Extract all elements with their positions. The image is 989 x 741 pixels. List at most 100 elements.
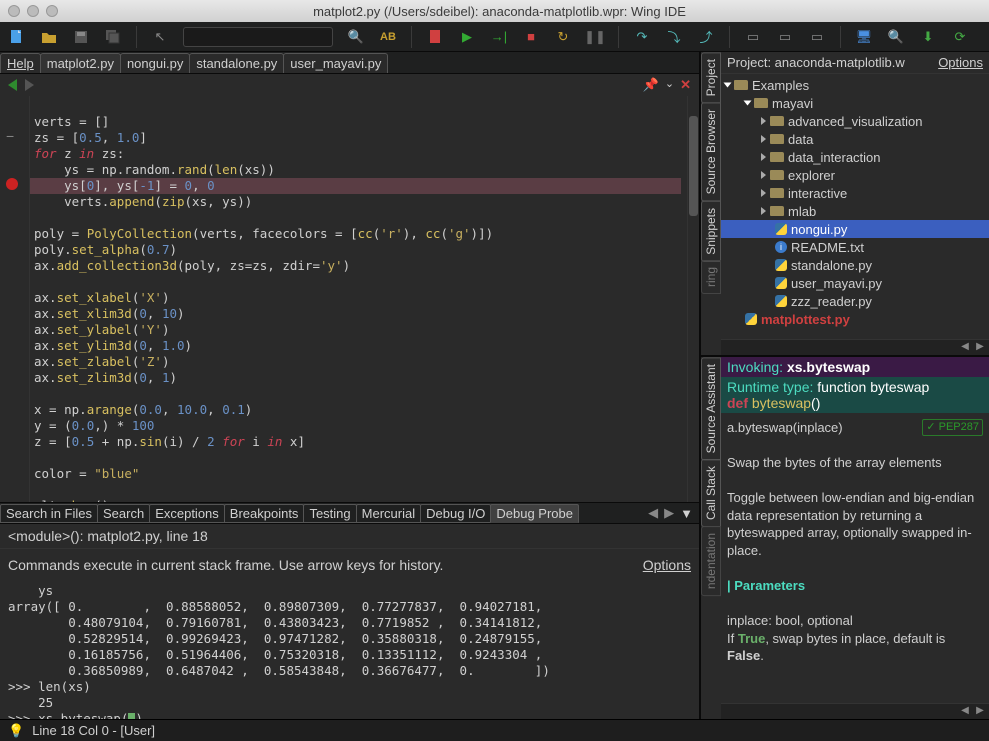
code-editor[interactable]: − verts = [] zs = [0.5, 1.0] for z in zs… (0, 96, 699, 502)
tree-item-readme[interactable]: iREADME.txt (721, 238, 989, 256)
scroll-right-icon[interactable]: ▶ (974, 705, 986, 717)
right-top-side-tabs: Project Source Browser Snippets ring (701, 52, 721, 355)
right-bottom-side-tabs: Source Assistant Call Stack ndentation (701, 357, 721, 719)
tree-item-explorer[interactable]: explorer (721, 166, 989, 184)
tabs-scroll-left-icon[interactable]: ◀ (648, 505, 658, 521)
python-file-icon (775, 277, 787, 289)
save-all-icon[interactable] (104, 28, 122, 46)
search-icon[interactable]: 🔍 (347, 28, 365, 46)
python-file-icon (745, 313, 757, 325)
pointer-icon[interactable]: ↖ (151, 28, 169, 46)
debug-probe-console[interactable]: ys array([ 0. , 0.88588052, 0.89807309, … (0, 581, 699, 719)
panel-icon-3[interactable]: ▭ (808, 28, 826, 46)
python-file-icon (775, 295, 787, 307)
tab-exceptions[interactable]: Exceptions (149, 504, 225, 523)
tab-mercurial[interactable]: Mercurial (356, 504, 421, 523)
vtab-ring[interactable]: ring (701, 260, 721, 294)
close-tab-icon[interactable]: ✕ (680, 77, 691, 93)
zoom-window-icon[interactable] (46, 5, 58, 17)
pause-icon[interactable]: ❚❚ (586, 28, 604, 46)
tree-item-zzz-reader[interactable]: zzz_reader.py (721, 292, 989, 310)
run-to-icon[interactable]: →| (490, 28, 508, 46)
tree-item-adv-vis[interactable]: advanced_visualization (721, 112, 989, 130)
breakpoint-toggle-icon[interactable] (426, 28, 444, 46)
tree-item-nongui[interactable]: nongui.py (721, 220, 989, 238)
fold-icon[interactable]: − (6, 129, 14, 143)
vtab-call-stack[interactable]: Call Stack (701, 459, 721, 527)
tree-item-interactive[interactable]: interactive (721, 184, 989, 202)
lightbulb-icon[interactable]: 💡 (8, 723, 24, 739)
console-options-link[interactable]: Options (643, 557, 691, 573)
tree-item-data-interaction[interactable]: data_interaction (721, 148, 989, 166)
sa-doc[interactable]: ✓ PEP287 a.byteswap(inplace) Swap the by… (721, 413, 989, 703)
nav-back-icon[interactable] (8, 79, 17, 91)
console-header: Commands execute in current stack frame.… (0, 549, 699, 581)
tree-item-standalone[interactable]: standalone.py (721, 256, 989, 274)
step-in-icon[interactable]: ⤵ (665, 28, 683, 46)
monitor-icon[interactable]: 🖥 (855, 28, 873, 46)
project-panel: Project: anaconda-matplotlib.w Options E… (721, 52, 989, 355)
scroll-right-icon[interactable]: ▶ (974, 341, 986, 353)
sa-scroll-controls: ◀ ▶ (721, 703, 989, 719)
download-icon[interactable]: ⬇ (919, 28, 937, 46)
minimize-window-icon[interactable] (27, 5, 39, 17)
new-file-icon[interactable] (8, 28, 26, 46)
tree-item-mlab[interactable]: mlab (721, 202, 989, 220)
step-over-icon[interactable]: ↷ (633, 28, 651, 46)
run-icon[interactable]: ▶ (458, 28, 476, 46)
tab-breakpoints[interactable]: Breakpoints (224, 504, 305, 523)
tab-search-files[interactable]: Search in Files (0, 504, 98, 523)
sa-param-inplace: inplace: bool, optional If True, swap by… (727, 612, 983, 665)
panel-icon-1[interactable]: ▭ (744, 28, 762, 46)
vtab-source-browser[interactable]: Source Browser (701, 102, 721, 201)
sync-icon[interactable]: ⟳ (951, 28, 969, 46)
sa-runtime-type: Runtime type: function byteswap def byte… (721, 377, 989, 413)
find-icon[interactable]: 🔍 (887, 28, 905, 46)
tab-matplot2[interactable]: matplot2.py (40, 53, 121, 73)
close-window-icon[interactable] (8, 5, 20, 17)
window-title: matplot2.py (/Users/sdeibel): anaconda-m… (68, 4, 931, 19)
vtab-source-assistant[interactable]: Source Assistant (701, 357, 721, 460)
vtab-project[interactable]: Project (701, 52, 721, 103)
pin-icon[interactable]: 📌 (643, 77, 659, 93)
editor-gutter[interactable]: − (0, 96, 30, 502)
tab-debug-io[interactable]: Debug I/O (420, 504, 491, 523)
panel-icon-2[interactable]: ▭ (776, 28, 794, 46)
tab-user-mayavi[interactable]: user_mayavi.py (283, 53, 388, 73)
tree-item-user-mayavi[interactable]: user_mayavi.py (721, 274, 989, 292)
stop-icon[interactable]: ■ (522, 28, 540, 46)
source-assistant-panel: Invoking: xs.byteswap Runtime type: func… (721, 357, 989, 719)
tree-item-mayavi[interactable]: mayavi (721, 94, 989, 112)
tree-item-matplottest[interactable]: matplottest.py (721, 310, 989, 328)
code-content[interactable]: verts = [] zs = [0.5, 1.0] for z in zs: … (30, 96, 687, 502)
scroll-left-icon[interactable]: ◀ (959, 341, 971, 353)
nav-forward-icon[interactable] (25, 79, 34, 91)
step-out-icon[interactable]: ⤴ (697, 28, 715, 46)
save-icon[interactable] (72, 28, 90, 46)
tabs-scroll-right-icon[interactable]: ▶ (664, 505, 674, 521)
tabs-menu-icon[interactable]: ▼ (680, 506, 693, 521)
scrollbar-thumb[interactable] (689, 116, 698, 216)
project-tree[interactable]: Examples mayavi advanced_visualization d… (721, 74, 989, 339)
code-line: zs = [ (34, 130, 79, 145)
tab-testing[interactable]: Testing (303, 504, 356, 523)
tab-search[interactable]: Search (97, 504, 150, 523)
tab-nongui[interactable]: nongui.py (120, 53, 190, 73)
tab-debug-probe[interactable]: Debug Probe (490, 504, 579, 523)
scroll-left-icon[interactable]: ◀ (959, 705, 971, 717)
tree-item-examples[interactable]: Examples (721, 76, 989, 94)
tree-item-data[interactable]: data (721, 130, 989, 148)
breakpoint-icon[interactable] (6, 178, 18, 190)
vtab-indentation[interactable]: ndentation (701, 526, 721, 596)
restart-icon[interactable]: ↻ (554, 28, 572, 46)
tab-standalone[interactable]: standalone.py (189, 53, 284, 73)
project-options-link[interactable]: Options (938, 55, 983, 70)
stack-frame-selector[interactable]: <module>(): matplot2.py, line 18 (0, 524, 699, 549)
search-input[interactable] (183, 27, 333, 47)
open-file-icon[interactable] (40, 28, 58, 46)
chevron-down-icon[interactable]: ⌄ (665, 77, 674, 93)
highlight-icon[interactable]: AB (379, 28, 397, 46)
editor-scrollbar[interactable] (687, 96, 699, 502)
tab-help[interactable]: Help (0, 53, 41, 73)
vtab-snippets[interactable]: Snippets (701, 201, 721, 262)
